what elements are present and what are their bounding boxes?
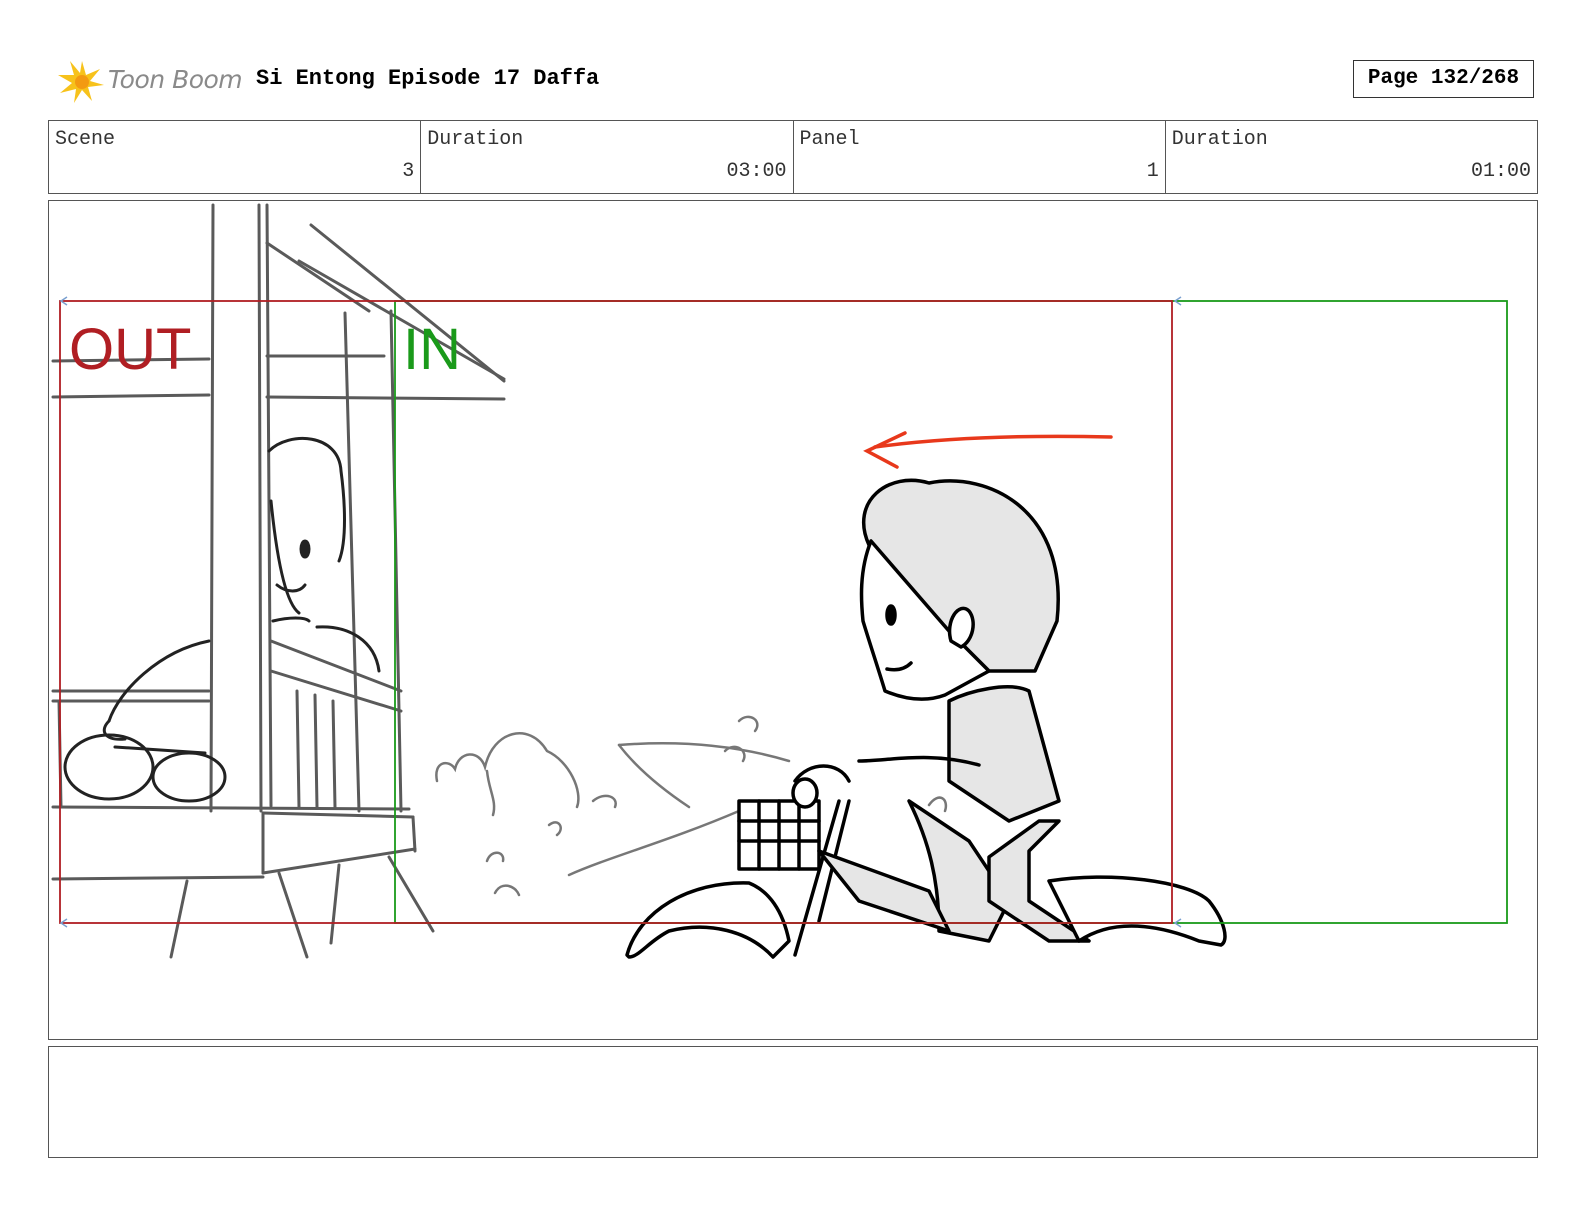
scene-value: 3 (402, 160, 415, 183)
panel-duration-value: 01:00 (1470, 160, 1531, 183)
panel-cell: Panel 1 (794, 121, 1166, 193)
panel-duration-cell: Duration 01:00 (1166, 121, 1537, 193)
panel-notes-area[interactable] (48, 1046, 1538, 1158)
scene-info-table: Scene 3 Duration 03:00 Panel 1 Duration … (48, 120, 1538, 194)
panel-label: Panel (799, 128, 860, 151)
panel-drawing: OUT IN (51, 203, 1508, 959)
motion-arrow (863, 431, 1113, 469)
scene-duration-value: 03:00 (726, 160, 787, 183)
sitting-child-sketch (63, 437, 381, 803)
page-indicator: Page 132/268 (1353, 60, 1534, 98)
scene-duration-cell: Duration 03:00 (421, 121, 794, 193)
starburst-icon (58, 61, 104, 103)
panel-duration-label: Duration (1171, 128, 1268, 151)
logo-text: Toon Boom (108, 65, 243, 94)
project-title: Si Entong Episode 17 Daffa (256, 66, 600, 91)
scene-duration-label: Duration (427, 128, 524, 151)
storyboard-header: Toon Boom Si Entong Episode 17 Daffa Pag… (48, 52, 1538, 108)
out-label: OUT (69, 317, 191, 382)
panel-value: 1 (1146, 160, 1159, 183)
in-label: IN (403, 317, 461, 382)
scene-label: Scene (55, 128, 116, 151)
scene-cell: Scene 3 (49, 121, 422, 193)
storyboard-panel: OUT IN (48, 200, 1538, 1040)
toon-boom-logo: Toon Boom (52, 55, 243, 105)
cyclist-sketch (625, 478, 1227, 959)
